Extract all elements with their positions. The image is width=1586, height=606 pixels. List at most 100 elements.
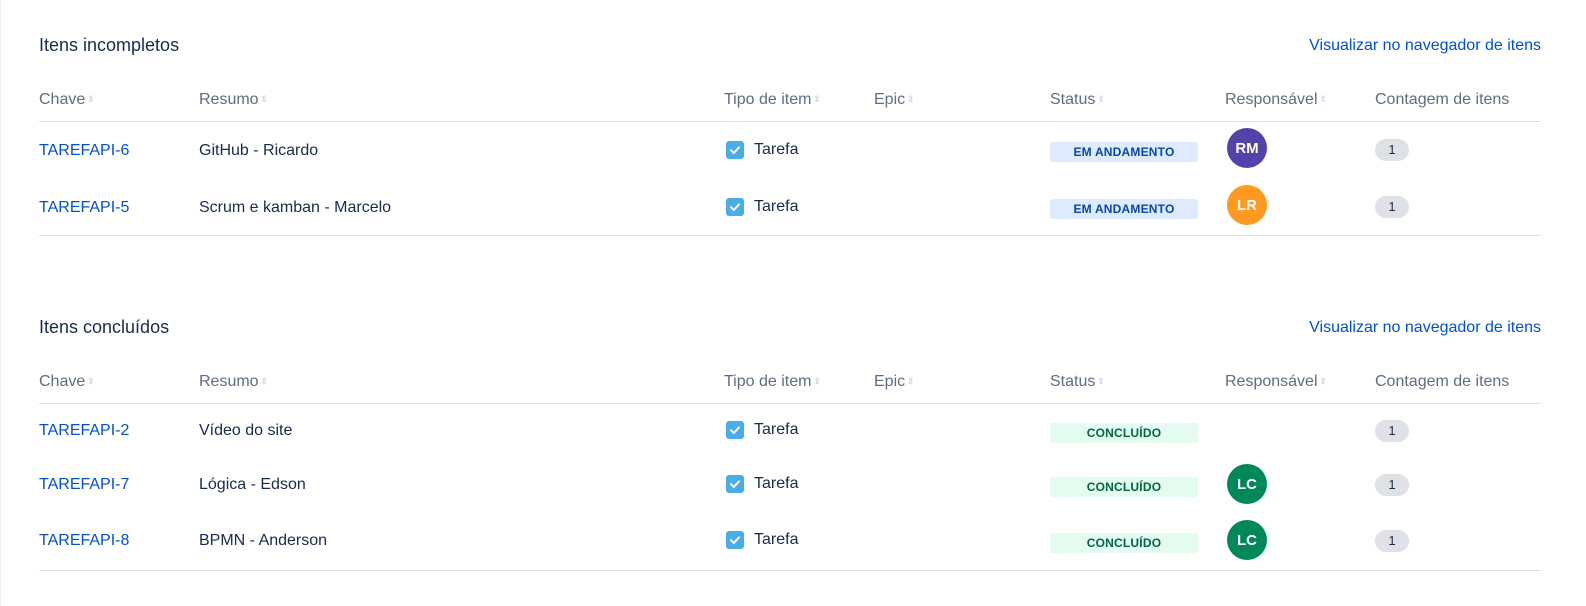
column-header-label: Resumo [199,373,259,390]
assignee-cell: LC [1227,520,1267,560]
task-checkbox-icon [726,421,744,439]
task-checkbox-icon [726,531,744,549]
page-left-border [0,0,1,606]
assignee-cell: RM [1227,128,1267,168]
column-header-count: Contagem de itens [1375,373,1509,391]
avatar[interactable]: RM [1227,128,1267,168]
column-header-type[interactable]: Tipo de item ⇳ [724,373,821,391]
column-header-assignee[interactable]: Responsável ⇳ [1225,373,1327,391]
column-header-assignee[interactable]: Responsável ⇳ [1225,91,1327,109]
column-header-key[interactable]: Chave ⇳ [39,91,95,109]
section-title-completed: Itens concluídos [39,317,170,337]
count-cell: 1 [1375,196,1409,218]
column-header-type[interactable]: Tipo de item ⇳ [724,91,821,109]
issue-type: Tarefa [726,475,798,493]
status-cell: EM ANDAMENTO [1050,142,1198,162]
sort-icon: ⇳ [260,94,269,105]
assignee-cell: LR [1227,185,1267,225]
issue-key-link[interactable]: TAREFAPI-8 [39,532,129,550]
sort-icon: ⇳ [1319,94,1328,105]
sort-icon: ⇳ [260,376,269,387]
issue-key-link[interactable]: TAREFAPI-7 [39,476,129,494]
count-cell: 1 [1375,474,1409,496]
status-cell: EM ANDAMENTO [1050,199,1198,219]
issue-count-badge: 1 [1375,420,1409,442]
column-header-summary[interactable]: Resumo ⇳ [199,91,268,109]
sort-icon: ⇳ [907,94,915,105]
column-header-epic[interactable]: Epic ⇳ [874,373,915,391]
count-cell: 1 [1375,139,1409,161]
column-header-epic[interactable]: Epic ⇳ [874,91,915,109]
view-in-issue-navigator-link[interactable]: Visualizar no navegador de itens [1309,319,1541,337]
issue-count-badge: 1 [1375,196,1409,218]
count-cell: 1 [1375,530,1409,552]
issue-type-label: Tarefa [754,141,799,158]
table-row: TAREFAPI-7 Lógica - Edson Tarefa CONCLUÍ… [39,459,1541,515]
column-header-label: Contagem de itens [1375,91,1510,108]
issue-summary: BPMN - Anderson [199,532,328,549]
avatar[interactable]: LC [1227,464,1267,504]
column-header-label: Epic [874,91,906,108]
column-header-count: Contagem de itens [1375,91,1509,109]
issue-count-badge: 1 [1375,530,1409,552]
incomplete-issues-section: Itens incompletos Visualizar no navegado… [39,0,1541,240]
issue-key-link[interactable]: TAREFAPI-5 [39,199,129,217]
sort-icon: ⇳ [1319,376,1328,387]
issue-type-label: Tarefa [754,531,799,548]
status-badge: EM ANDAMENTO [1050,142,1198,162]
status-cell: CONCLUÍDO [1050,423,1198,443]
table-row: TAREFAPI-8 BPMN - Anderson Tarefa CONCLU… [39,515,1541,571]
status-badge: CONCLUÍDO [1050,533,1198,553]
sort-icon: ⇳ [907,376,915,387]
column-header-label: Status [1050,91,1096,108]
issue-summary: Scrum e kamban - Marcelo [199,199,392,216]
issue-summary: Lógica - Edson [199,476,306,493]
column-header-label: Status [1050,373,1096,390]
status-cell: CONCLUÍDO [1050,533,1198,553]
task-checkbox-icon [726,198,744,216]
task-checkbox-icon [726,141,744,159]
sort-icon: ⇳ [87,376,95,387]
column-header-label: Resumo [199,91,259,108]
column-header-label: Responsável [1225,373,1318,390]
issue-key-link[interactable]: TAREFAPI-6 [39,142,129,160]
column-header-label: Responsável [1225,91,1318,108]
issue-summary: GitHub - Ricardo [199,142,319,159]
view-in-issue-navigator-link[interactable]: Visualizar no navegador de itens [1309,37,1541,55]
issue-type: Tarefa [726,141,798,159]
status-badge: EM ANDAMENTO [1050,199,1198,219]
issue-type-label: Tarefa [754,421,799,438]
column-header-label: Tipo de item [724,373,812,390]
column-header-key[interactable]: Chave ⇳ [39,373,95,391]
avatar[interactable]: LR [1227,185,1267,225]
column-header-status[interactable]: Status ⇳ [1050,91,1105,109]
issue-type: Tarefa [726,531,798,549]
issue-key-link[interactable]: TAREFAPI-2 [39,422,129,440]
column-header-status[interactable]: Status ⇳ [1050,373,1105,391]
column-header-summary[interactable]: Resumo ⇳ [199,373,268,391]
column-header-label: Tipo de item [724,91,812,108]
table-bottom-divider [39,570,1541,571]
issue-type-label: Tarefa [754,475,799,492]
completed-issues-section: Itens concluídos Visualizar no navegador… [39,282,1541,582]
column-header-label: Epic [874,373,906,390]
sort-icon: ⇳ [813,94,821,105]
table-row: TAREFAPI-6 GitHub - Ricardo Tarefa EM AN… [39,123,1541,179]
issue-summary: Vídeo do site [199,422,293,439]
table-bottom-divider [39,235,1541,236]
avatar[interactable]: LC [1227,520,1267,560]
column-header-label: Chave [39,91,86,108]
sort-icon: ⇳ [813,376,821,387]
sort-icon: ⇳ [1097,376,1105,387]
issue-type: Tarefa [726,421,798,439]
status-badge: CONCLUÍDO [1050,423,1198,443]
column-header-label: Contagem de itens [1375,373,1510,390]
issue-count-badge: 1 [1375,474,1409,496]
status-cell: CONCLUÍDO [1050,477,1198,497]
sort-icon: ⇳ [1097,94,1105,105]
table-header: Chave ⇳ Resumo ⇳ Tipo de item ⇳ Epic ⇳ Statu… [39,363,1541,404]
issue-type: Tarefa [726,198,798,216]
sort-icon: ⇳ [87,94,95,105]
assignee-cell: LC [1227,464,1267,504]
count-cell: 1 [1375,420,1409,442]
